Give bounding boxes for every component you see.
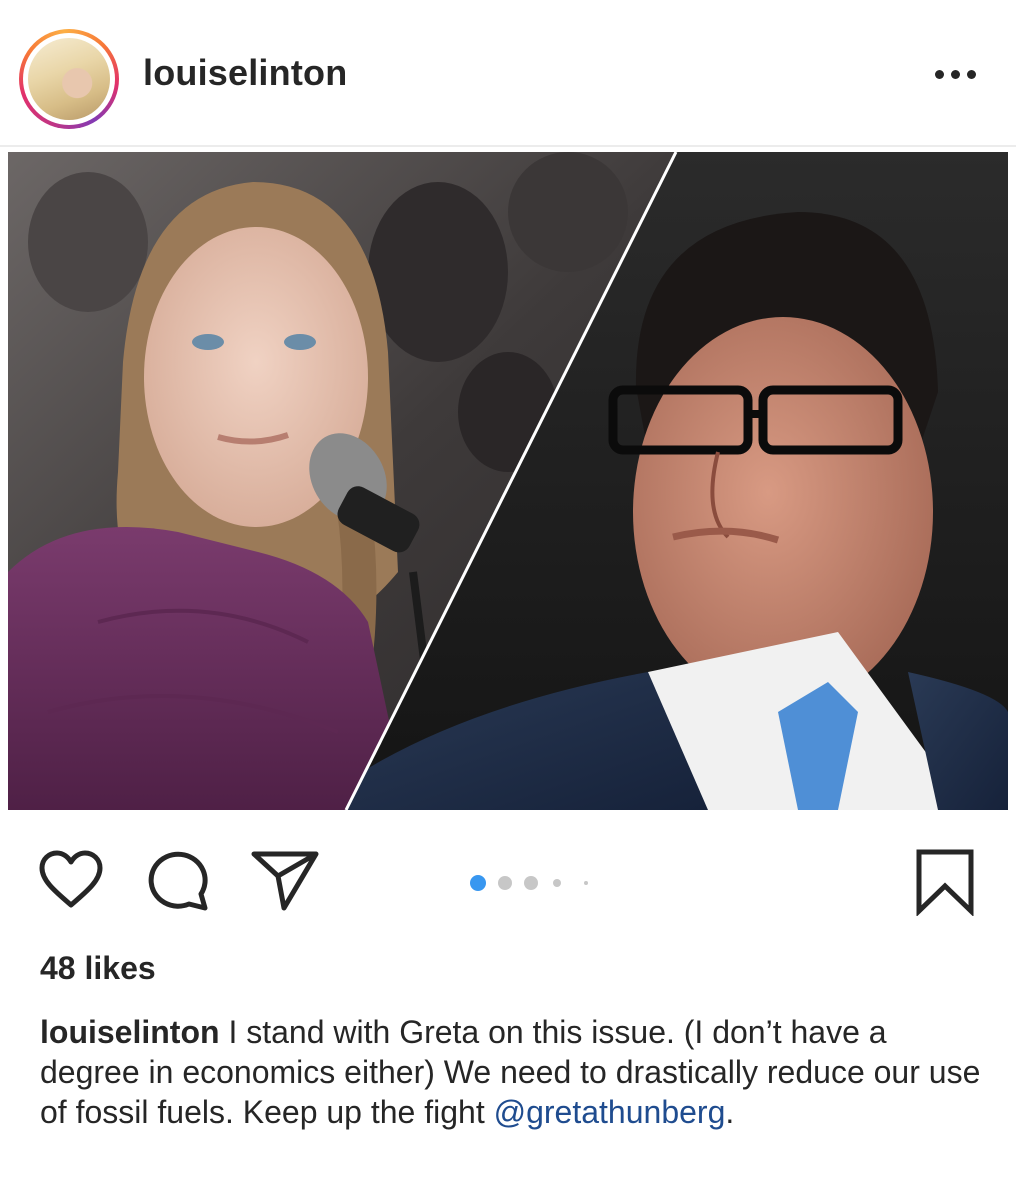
heart-icon[interactable]: [38, 850, 104, 910]
avatar[interactable]: [19, 29, 119, 129]
avatar-image: [28, 38, 110, 120]
divider: [0, 145, 1016, 147]
carousel-dot-1: [470, 875, 486, 891]
paper-plane-icon[interactable]: [250, 850, 320, 912]
action-bar: [0, 820, 1016, 930]
caption-username[interactable]: louiselinton: [40, 1014, 220, 1050]
post-header: louiselinton: [0, 0, 1016, 145]
carousel-dot-4: [553, 879, 561, 887]
post-caption: louiselinton I stand with Greta on this …: [40, 1012, 985, 1132]
likes-count[interactable]: 48 likes: [40, 950, 156, 987]
carousel-dot-3: [524, 876, 538, 890]
bookmark-icon[interactable]: [914, 848, 976, 916]
post-username[interactable]: louiselinton: [143, 52, 347, 94]
comment-icon[interactable]: [147, 850, 211, 912]
post-image[interactable]: [8, 152, 1008, 810]
carousel-dot-5: [584, 881, 588, 885]
carousel-dot-2: [498, 876, 512, 890]
more-options-icon[interactable]: [928, 56, 984, 92]
caption-mention-link[interactable]: @gretathunberg: [494, 1094, 726, 1130]
caption-end: .: [725, 1094, 735, 1130]
